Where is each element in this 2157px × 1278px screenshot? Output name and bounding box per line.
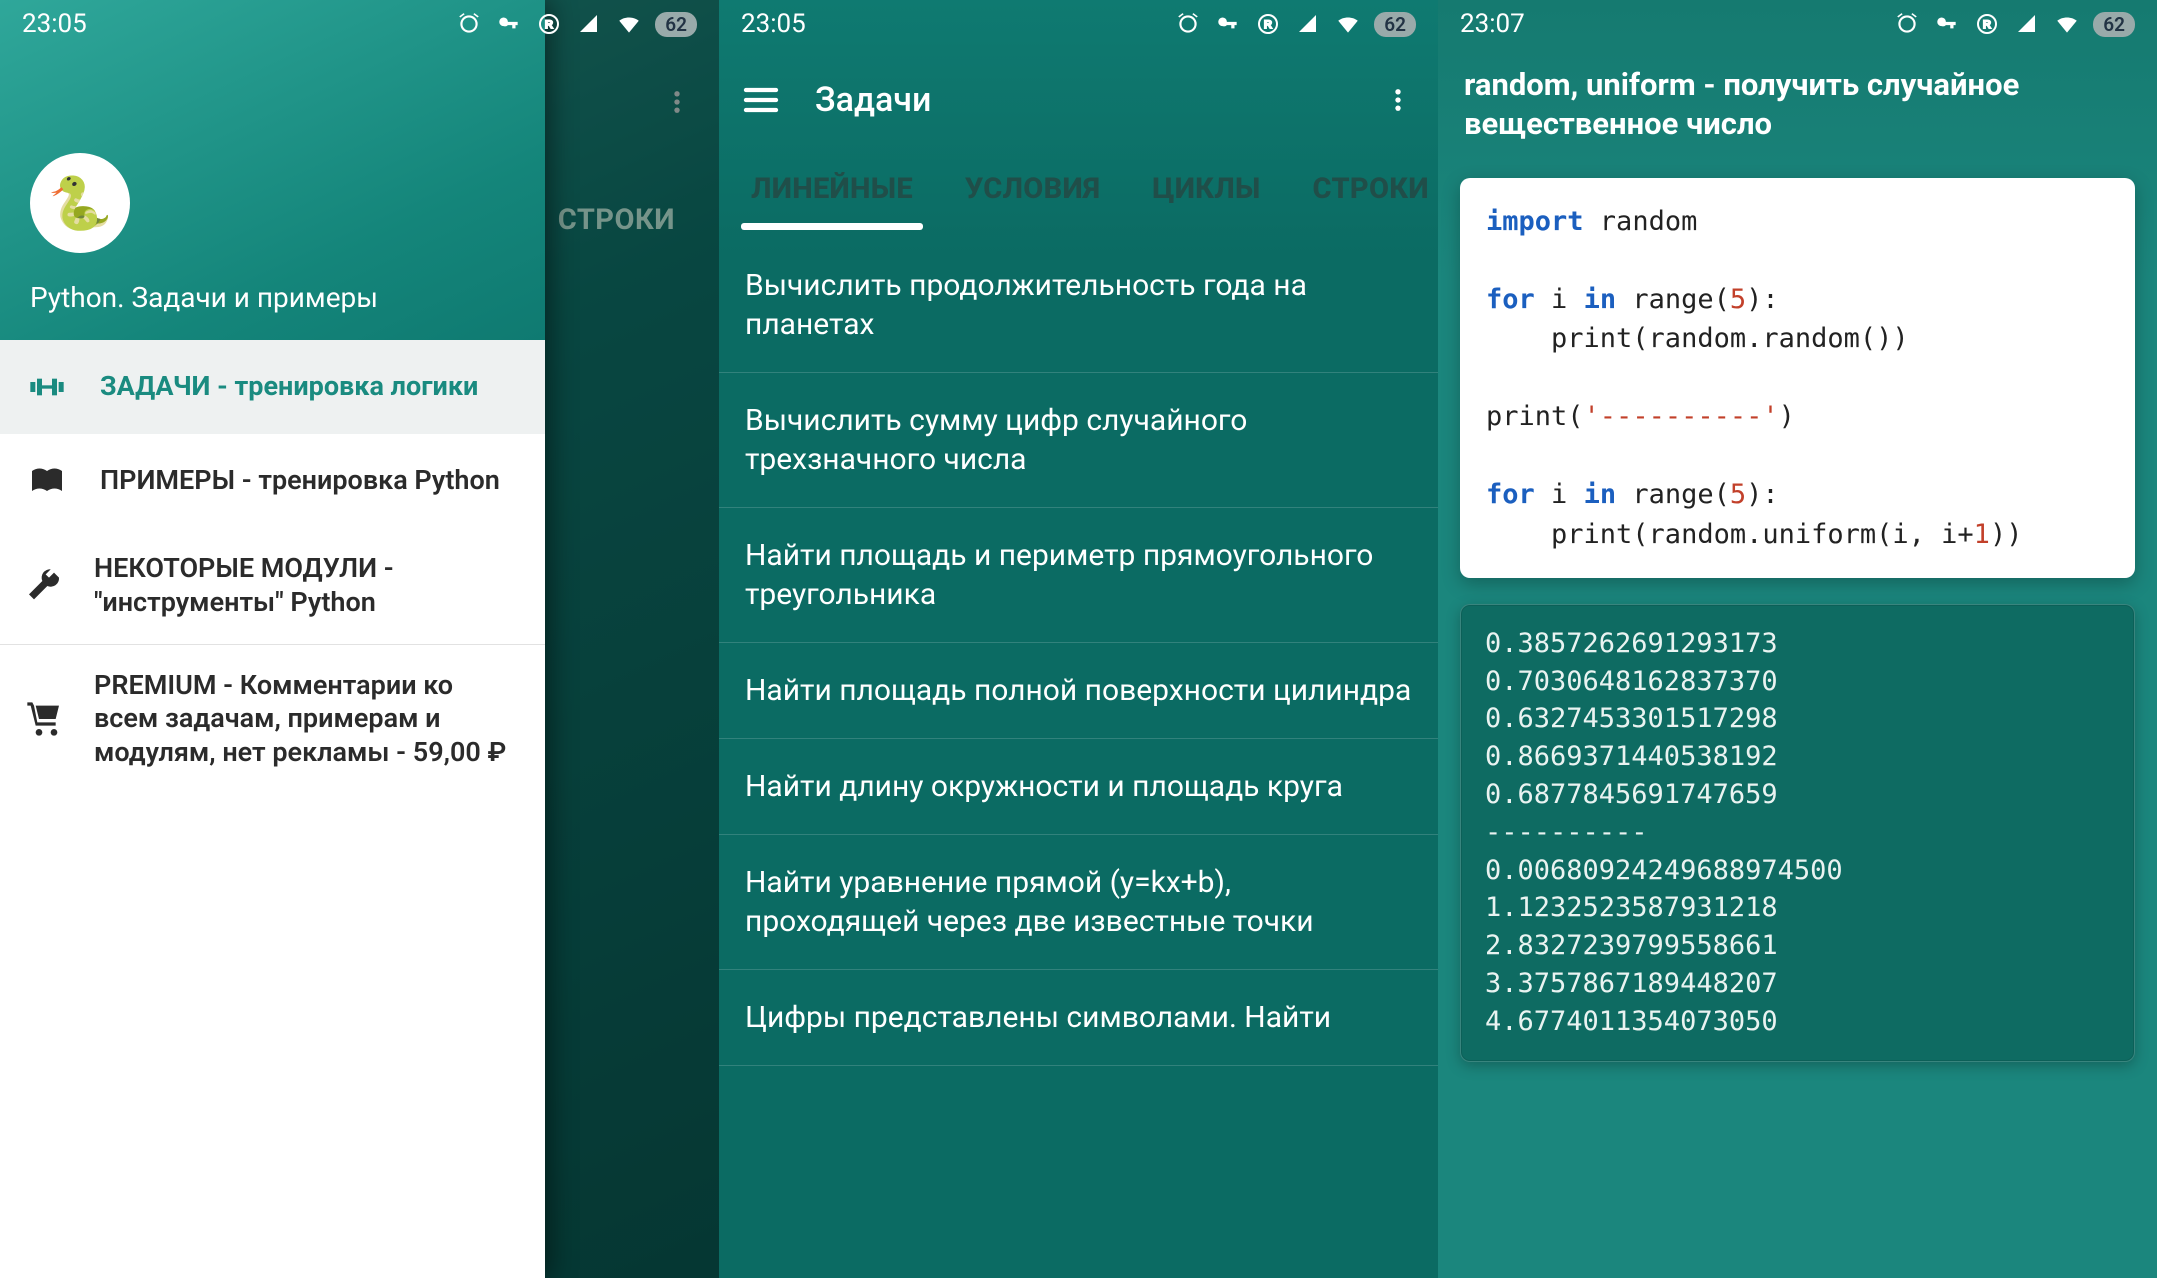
- task-item[interactable]: Найти площадь полной поверхности цилиндр…: [719, 643, 1438, 739]
- wifi-icon: [615, 10, 643, 38]
- wifi-icon: [2053, 10, 2081, 38]
- tab-bar: ЛИНЕЙНЫЕУСЛОВИЯЦИКЛЫСТРОКИС: [719, 152, 1438, 238]
- tab-1[interactable]: УСЛОВИЯ: [959, 152, 1106, 228]
- task-item[interactable]: Вычислить сумму цифр случайного трехзнач…: [719, 373, 1438, 508]
- screenshot-3: 23:07 R 62 random, uniform - получить сл…: [1438, 0, 2157, 1278]
- drawer-header: 🐍 Python. Задачи и примеры: [0, 0, 545, 340]
- status-time: 23:05: [22, 9, 87, 39]
- drawer-item-label: НЕКОТОРЫЕ МОДУЛИ - "инструменты" Python: [94, 552, 521, 620]
- registered-icon: R: [535, 10, 563, 38]
- alarm-icon: [1174, 10, 1202, 38]
- screenshot-1: 23:05 R 62: [0, 0, 719, 1278]
- svg-text:R: R: [545, 19, 553, 31]
- status-bar: 23:05 R 62: [0, 0, 719, 48]
- code-block[interactable]: import random for i in range(5): print(r…: [1460, 178, 2135, 578]
- signal-icon: [1294, 10, 1322, 38]
- appbar-title: Задачи: [815, 80, 1374, 120]
- status-time: 23:05: [741, 9, 806, 39]
- tab-0[interactable]: ЛИНЕЙНЫЕ: [745, 152, 919, 228]
- nav-drawer: 🐍 Python. Задачи и примеры ЗАДАЧИ - трен…: [0, 0, 545, 1278]
- app-logo-glyph: 🐍: [48, 173, 113, 234]
- drawer-title: Python. Задачи и примеры: [30, 281, 515, 314]
- alarm-icon: [455, 10, 483, 38]
- alarm-icon: [1893, 10, 1921, 38]
- cart-icon: [24, 696, 64, 742]
- battery-badge: 62: [1374, 12, 1416, 37]
- svg-text:R: R: [1983, 19, 1991, 31]
- drawer-item-label: PREMIUM - Комментарии ко всем задачам, п…: [94, 669, 521, 770]
- overflow-menu-button[interactable]: [1374, 76, 1422, 124]
- tab-3[interactable]: СТРОКИ: [1307, 152, 1435, 228]
- signal-icon: [2013, 10, 2041, 38]
- output-block[interactable]: 0.3857262691293173 0.7030648162837370 0.…: [1460, 604, 2135, 1062]
- wifi-icon: [1334, 10, 1362, 38]
- key-icon: [1933, 10, 1961, 38]
- signal-icon: [575, 10, 603, 38]
- tab-2[interactable]: ЦИКЛЫ: [1146, 152, 1266, 228]
- status-bar: 23:05 R 62: [719, 0, 1438, 48]
- drawer-items: ЗАДАЧИ - тренировка логики ПРИМЕРЫ - трен…: [0, 340, 545, 1278]
- screenshot-2: 23:05 R 62 Задачи ЛИНЕЙНЫЕ УСЛОВИЯ ЦИКЛЫ СТ…: [719, 0, 1438, 1278]
- task-list: Вычислить продолжительность года на план…: [719, 238, 1438, 1066]
- book-icon: [24, 458, 70, 504]
- open-drawer-button[interactable]: [735, 74, 787, 126]
- drawer-item-label: ПРИМЕРЫ - тренировка Python: [100, 464, 500, 498]
- page-title: random, uniform - получить случайное вещ…: [1438, 48, 2157, 164]
- task-item[interactable]: Найти длину окружности и площадь круга: [719, 739, 1438, 835]
- battery-badge: 62: [2093, 12, 2135, 37]
- app-logo: 🐍: [30, 153, 130, 253]
- battery-badge: 62: [655, 12, 697, 37]
- drawer-item-2[interactable]: НЕКОТОРЫЕ МОДУЛИ - "инструменты" Python: [0, 528, 545, 644]
- dumbbell-icon: [24, 364, 70, 410]
- drawer-item-label: ЗАДАЧИ - тренировка логики: [100, 370, 478, 404]
- wrench-icon: [24, 563, 64, 609]
- status-icons: R 62: [1174, 10, 1416, 38]
- key-icon: [495, 10, 523, 38]
- status-bar: 23:07 R 62: [1438, 0, 2157, 48]
- registered-icon: R: [1973, 10, 2001, 38]
- task-item[interactable]: Вычислить продолжительность года на план…: [719, 238, 1438, 373]
- status-time: 23:07: [1460, 9, 1525, 39]
- status-icons: R 62: [455, 10, 697, 38]
- svg-text:R: R: [1264, 19, 1272, 31]
- task-item[interactable]: Найти уравнение прямой (y=kx+b), проходя…: [719, 835, 1438, 970]
- registered-icon: R: [1254, 10, 1282, 38]
- task-item[interactable]: Найти площадь и периметр прямоугольного …: [719, 508, 1438, 643]
- drawer-item-1[interactable]: ПРИМЕРЫ - тренировка Python: [0, 434, 545, 528]
- task-item[interactable]: Цифры представлены символами. Найти: [719, 970, 1438, 1066]
- status-icons: R 62: [1893, 10, 2135, 38]
- app-bar: Задачи: [719, 48, 1438, 152]
- key-icon: [1214, 10, 1242, 38]
- drawer-item-3[interactable]: PREMIUM - Комментарии ко всем задачам, п…: [0, 645, 545, 794]
- drawer-item-0[interactable]: ЗАДАЧИ - тренировка логики: [0, 340, 545, 434]
